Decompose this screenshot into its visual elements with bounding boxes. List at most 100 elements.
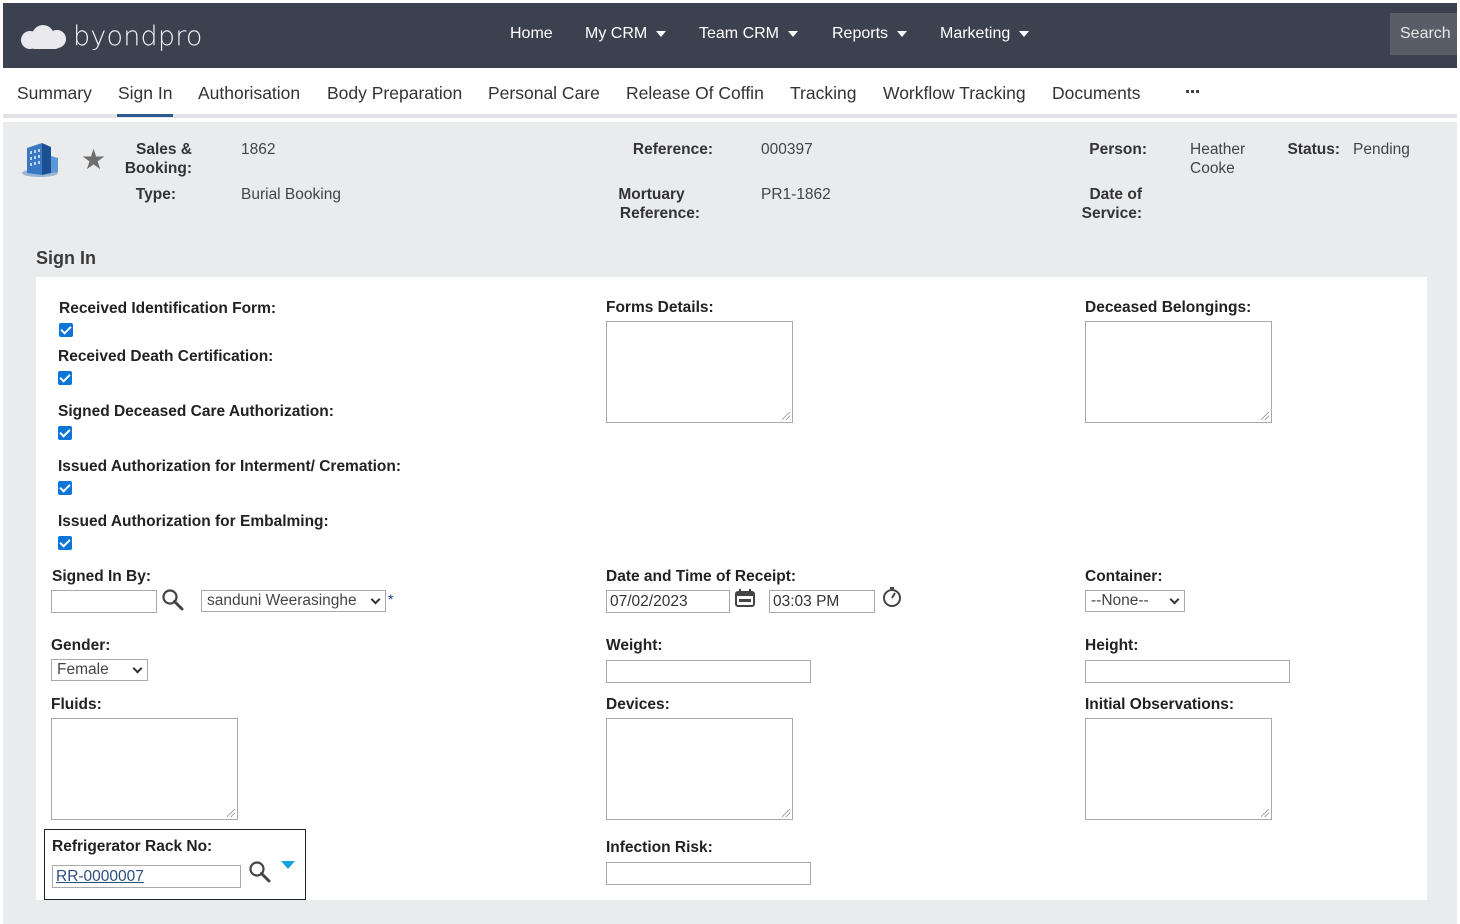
building-icon [22, 143, 58, 177]
nav-my-crm[interactable]: My CRM [585, 25, 667, 43]
caret-down-icon [656, 31, 667, 37]
section-title: Sign In [36, 248, 96, 268]
nav-label: Reports [832, 25, 889, 42]
search-button[interactable]: Search [1390, 13, 1457, 55]
chevron-down-icon [370, 594, 381, 605]
issued-authorization-interment-checkbox[interactable] [58, 481, 72, 495]
label-line: Booking: [124, 160, 192, 177]
height-label: Height: [1085, 637, 1139, 654]
status-value: Pending [1353, 141, 1410, 158]
caret-down-icon [788, 31, 799, 37]
more-tabs-icon[interactable] [1186, 90, 1199, 93]
clock-icon[interactable] [881, 586, 903, 608]
tab-authorisation[interactable]: Authorisation [198, 83, 300, 104]
chevron-down-icon [132, 663, 143, 674]
label-line: Mortuary [618, 186, 685, 203]
main-nav: Home My CRM Team CRM Reports Marketing [3, 3, 1457, 68]
weight-input[interactable] [606, 660, 811, 683]
tab-personal-care[interactable]: Personal Care [488, 83, 600, 104]
container-label: Container: [1085, 568, 1163, 585]
sales-booking-label: Sales & Booking: [113, 140, 192, 178]
required-marker: * [388, 591, 394, 607]
devices-textarea[interactable] [606, 718, 793, 820]
nav-team-crm[interactable]: Team CRM [699, 25, 799, 43]
reference-label: Reference: [632, 141, 713, 158]
fluids-textarea[interactable] [51, 718, 238, 820]
deceased-belongings-textarea[interactable] [1085, 321, 1272, 423]
signed-in-by-label: Signed In By: [52, 568, 152, 585]
height-input[interactable] [1085, 660, 1290, 683]
refrigerator-rack-input[interactable]: RR-0000007 [52, 865, 241, 888]
issued-authorization-interment-label: Issued Authorization for Interment/ Crem… [58, 458, 402, 475]
initial-observations-textarea[interactable] [1085, 718, 1272, 820]
value-line: Cooke [1190, 160, 1235, 177]
date-of-service-label: Date of Service: [1063, 185, 1142, 223]
nav-home[interactable]: Home [510, 25, 553, 43]
received-death-certification-checkbox[interactable] [58, 371, 72, 385]
container-select[interactable]: --None-- [1085, 590, 1185, 612]
person-label: Person: [1089, 141, 1147, 158]
received-death-certification-label: Received Death Certification: [58, 348, 274, 365]
signed-in-by-search-input[interactable] [51, 590, 157, 613]
gender-label: Gender: [51, 637, 111, 654]
sales-booking-value: 1862 [241, 141, 276, 158]
nav-label: Home [510, 25, 553, 42]
nav-label: My CRM [585, 25, 648, 42]
tab-body-preparation[interactable]: Body Preparation [327, 83, 462, 104]
signed-deceased-care-authorization-checkbox[interactable] [58, 426, 72, 440]
issued-authorization-embalming-checkbox[interactable] [58, 536, 72, 550]
person-value[interactable]: Heather Cooke [1190, 140, 1245, 178]
forms-details-label: Forms Details: [606, 299, 714, 316]
devices-label: Devices: [606, 696, 670, 713]
caret-down-icon [897, 31, 908, 37]
signed-deceased-care-authorization-label: Signed Deceased Care Authorization: [58, 403, 334, 420]
weight-label: Weight: [606, 637, 663, 654]
tab-summary[interactable]: Summary [17, 83, 92, 104]
nav-marketing[interactable]: Marketing [940, 25, 1030, 43]
refrigerator-rack-link[interactable]: RR-0000007 [56, 868, 144, 885]
selected-value: --None-- [1091, 592, 1149, 609]
star-icon[interactable]: ★ [81, 146, 106, 174]
top-navbar: byondpro Home My CRM Team CRM Reports Ma… [3, 3, 1457, 68]
selected-value: sanduni Weerasinghe [207, 592, 357, 609]
tab-workflow-tracking[interactable]: Workflow Tracking [883, 83, 1026, 104]
type-value: Burial Booking [241, 186, 341, 203]
nav-label: Team CRM [699, 25, 780, 42]
mortuary-reference-value: PR1-1862 [761, 186, 831, 203]
search-icon[interactable] [161, 588, 185, 612]
nav-reports[interactable]: Reports [832, 25, 908, 43]
infection-risk-label: Infection Risk: [606, 839, 713, 856]
caret-down-icon [1019, 31, 1030, 37]
deceased-belongings-label: Deceased Belongings: [1085, 299, 1252, 316]
tab-sign-in[interactable]: Sign In [116, 83, 174, 117]
nav-label: Marketing [940, 25, 1011, 42]
issued-authorization-embalming-label: Issued Authorization for Embalming: [58, 513, 329, 530]
infection-risk-input[interactable] [606, 862, 811, 885]
forms-details-textarea[interactable] [606, 321, 793, 423]
reference-value: 000397 [761, 141, 813, 158]
gender-select[interactable]: Female [51, 659, 148, 681]
initial-observations-label: Initial Observations: [1085, 696, 1235, 713]
receipt-date-input[interactable]: 07/02/2023 [606, 590, 730, 613]
refrigerator-rack-label: Refrigerator Rack No: [52, 838, 213, 855]
sign-in-form: Received Identification Form: Received D… [36, 277, 1427, 900]
selected-value: Female [57, 661, 109, 678]
search-icon[interactable] [248, 860, 272, 884]
tab-tracking[interactable]: Tracking [790, 83, 856, 104]
chevron-down-icon [1169, 594, 1180, 605]
label-line: Sales & [135, 141, 192, 158]
tab-documents[interactable]: Documents [1052, 83, 1141, 104]
mortuary-reference-label: Mortuary Reference: [603, 185, 700, 223]
status-label: Status: [1287, 141, 1340, 158]
tab-release-of-coffin[interactable]: Release Of Coffin [626, 83, 764, 104]
date-time-receipt-label: Date and Time of Receipt: [606, 568, 797, 585]
receipt-time-input[interactable]: 03:03 PM [769, 590, 875, 613]
received-identification-form-checkbox[interactable] [59, 323, 73, 337]
label-line: Service: [1081, 205, 1142, 222]
label-line: Reference: [619, 205, 700, 222]
record-tabs: Summary Sign In Authorisation Body Prepa… [3, 68, 1457, 118]
fluids-label: Fluids: [51, 696, 102, 713]
dropdown-triangle-icon[interactable] [281, 861, 295, 869]
calendar-icon[interactable] [734, 588, 756, 608]
signed-in-by-select[interactable]: sanduni Weerasinghe [201, 590, 386, 612]
